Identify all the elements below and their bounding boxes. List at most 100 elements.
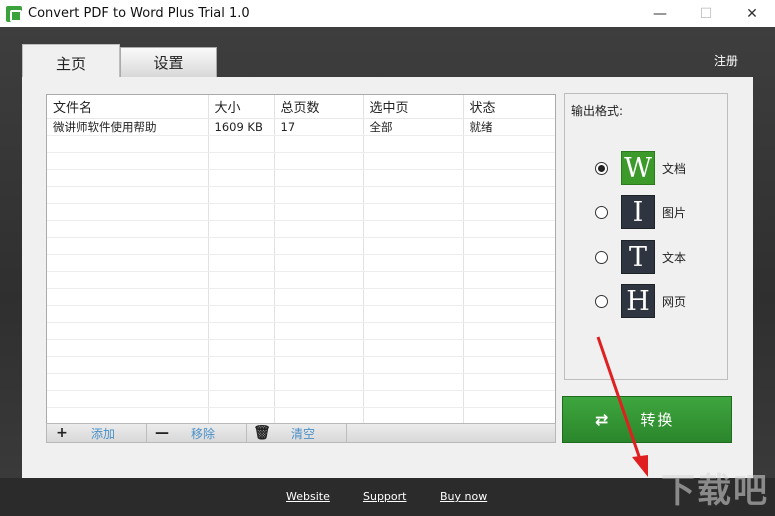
output-format-panel: 输出格式: W 文档 I 图片 T 文本 H 网页 — [564, 93, 728, 380]
add-button[interactable]: + 添加 — [47, 424, 147, 442]
format-option-word[interactable]: W 文档 — [595, 150, 686, 186]
empty-cell — [463, 390, 555, 408]
empty-cell — [208, 407, 275, 425]
empty-cell — [463, 220, 555, 238]
empty-cell — [274, 305, 364, 323]
close-button[interactable]: ✕ — [729, 0, 775, 27]
support-link[interactable]: Support — [363, 490, 406, 503]
empty-cell — [274, 220, 364, 238]
empty-cell — [208, 186, 275, 204]
clear-label: 清空 — [291, 426, 316, 441]
format-label-word: 文档 — [662, 161, 687, 176]
empty-cell — [363, 271, 464, 289]
register-link[interactable]: 注册 — [714, 52, 738, 69]
empty-cell — [363, 220, 464, 238]
empty-cell — [363, 169, 464, 187]
maximize-button[interactable]: ☐ — [683, 0, 729, 27]
empty-cell — [208, 356, 275, 374]
empty-row — [47, 152, 555, 170]
empty-cell — [463, 271, 555, 289]
minus-icon: — — [155, 425, 169, 441]
empty-cell — [47, 237, 209, 255]
empty-cell — [463, 322, 555, 340]
file-rows: 微讲师软件使用帮助 1609 KB 17 全部 就绪 — [47, 118, 555, 425]
clear-button[interactable]: 🗑 清空 — [247, 424, 347, 442]
empty-cell — [363, 135, 464, 153]
empty-row — [47, 339, 555, 357]
cell-selected: 全部 — [363, 118, 464, 136]
empty-cell — [274, 152, 364, 170]
empty-cell — [208, 305, 275, 323]
format-option-image[interactable]: I 图片 — [595, 194, 686, 230]
empty-cell — [463, 305, 555, 323]
empty-cell — [47, 271, 209, 289]
window-title: Convert PDF to Word Plus Trial 1.0 — [28, 6, 250, 21]
file-table: 文件名 大小 总页数 选中页 状态 微讲师软件使用帮助 1609 KB 17 全… — [47, 95, 555, 425]
main-area: 主页 设置 注册 文件名 大小 总页数 选中页 状态 微讲师软件使用帮助 160… — [0, 27, 775, 478]
empty-cell — [463, 135, 555, 153]
window-controls: — ☐ ✕ — [637, 0, 775, 27]
convert-icon: ⇄ — [595, 410, 609, 429]
empty-cell — [208, 135, 275, 153]
radio-text[interactable] — [595, 250, 608, 264]
column-header-size[interactable]: 大小 — [208, 95, 275, 119]
image-icon: I — [621, 195, 655, 229]
empty-cell — [463, 254, 555, 272]
empty-row — [47, 356, 555, 374]
empty-cell — [363, 373, 464, 391]
empty-cell — [274, 169, 364, 187]
empty-cell — [363, 237, 464, 255]
empty-cell — [463, 407, 555, 425]
radio-html[interactable] — [595, 294, 608, 308]
cell-pages: 17 — [274, 118, 364, 136]
empty-cell — [274, 203, 364, 221]
table-row[interactable]: 微讲师软件使用帮助 1609 KB 17 全部 就绪 — [47, 118, 555, 136]
empty-cell — [463, 373, 555, 391]
cell-size: 1609 KB — [208, 118, 275, 136]
column-header-selected[interactable]: 选中页 — [363, 95, 464, 119]
empty-cell — [208, 322, 275, 340]
format-label-image: 图片 — [662, 205, 687, 220]
trash-icon: 🗑 — [253, 425, 271, 441]
radio-image[interactable] — [595, 205, 608, 219]
empty-cell — [274, 237, 364, 255]
column-header-pages[interactable]: 总页数 — [274, 95, 364, 119]
buy-now-link[interactable]: Buy now — [440, 490, 487, 503]
empty-cell — [208, 169, 275, 187]
format-option-html[interactable]: H 网页 — [595, 283, 686, 319]
empty-row — [47, 288, 555, 306]
empty-cell — [208, 152, 275, 170]
empty-cell — [208, 237, 275, 255]
empty-cell — [463, 203, 555, 221]
remove-button[interactable]: — 移除 — [147, 424, 247, 442]
empty-cell — [363, 254, 464, 272]
file-list[interactable]: 文件名 大小 总页数 选中页 状态 微讲师软件使用帮助 1609 KB 17 全… — [46, 94, 556, 443]
empty-cell — [208, 220, 275, 238]
column-header-filename[interactable]: 文件名 — [47, 95, 209, 119]
radio-word[interactable] — [595, 161, 608, 175]
empty-cell — [363, 356, 464, 374]
column-header-status[interactable]: 状态 — [463, 95, 555, 119]
empty-cell — [274, 390, 364, 408]
empty-cell — [47, 407, 209, 425]
remove-label: 移除 — [191, 426, 216, 441]
empty-cell — [274, 135, 364, 153]
footer: Website Support Buy now 下载吧 — [0, 471, 775, 516]
tab-home[interactable]: 主页 — [22, 44, 120, 81]
empty-cell — [47, 339, 209, 357]
empty-row — [47, 271, 555, 289]
format-option-text[interactable]: T 文本 — [595, 239, 686, 275]
empty-cell — [463, 339, 555, 357]
empty-cell — [47, 390, 209, 408]
empty-row — [47, 203, 555, 221]
tab-settings[interactable]: 设置 — [120, 47, 217, 78]
empty-cell — [274, 339, 364, 357]
website-link[interactable]: Website — [286, 490, 330, 503]
empty-cell — [463, 152, 555, 170]
empty-cell — [47, 135, 209, 153]
home-panel: 文件名 大小 总页数 选中页 状态 微讲师软件使用帮助 1609 KB 17 全… — [22, 77, 753, 478]
html-icon: H — [621, 284, 655, 318]
minimize-button[interactable]: — — [637, 0, 683, 27]
empty-cell — [208, 288, 275, 306]
convert-button[interactable]: ⇄ 转换 — [562, 396, 732, 443]
